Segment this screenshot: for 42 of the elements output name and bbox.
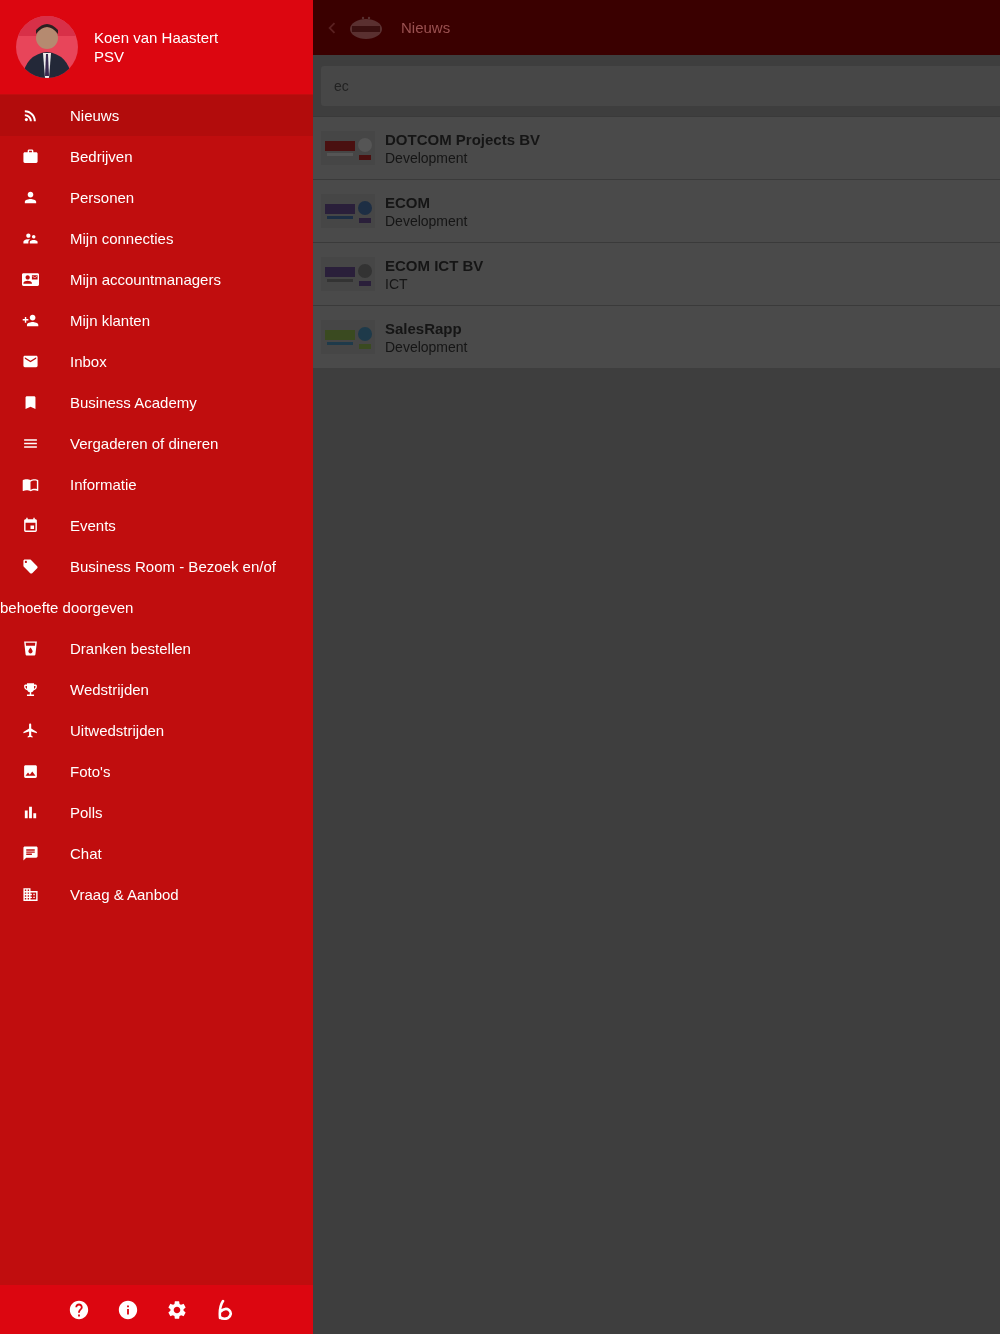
user-club: PSV (94, 47, 125, 66)
settings-icon[interactable] (166, 1298, 188, 1321)
chat-icon (22, 845, 39, 862)
menu-item[interactable]: Wedstrijden (0, 669, 313, 710)
menu-item[interactable]: Vergaderen of dineren (0, 423, 313, 464)
menu-item[interactable]: Mijn klanten (0, 300, 313, 341)
menu-item[interactable]: Dranken bestellen (0, 628, 313, 669)
building-icon (22, 886, 39, 903)
contact-card-icon (22, 271, 39, 288)
tag-icon (22, 558, 39, 575)
help-icon[interactable] (68, 1298, 90, 1321)
drink-icon (22, 640, 39, 657)
menu-item[interactable]: Polls (0, 792, 313, 833)
menu-item[interactable]: Bedrijven (0, 136, 313, 177)
menu-item[interactable]: Mijn connecties (0, 218, 313, 259)
menu-item[interactable]: Foto's (0, 751, 313, 792)
menu-item[interactable]: Personen (0, 177, 313, 218)
mail-icon (22, 353, 39, 370)
menu-item[interactable]: Inbox (0, 341, 313, 382)
calendar-icon (22, 517, 39, 534)
rss-icon (22, 107, 39, 124)
menu-item[interactable]: Informatie (0, 464, 313, 505)
menu-item[interactable]: Mijn accountmanagers (0, 259, 313, 300)
menu-item[interactable]: Vraag & Aanbod (0, 874, 313, 915)
crest-icon (349, 15, 383, 40)
menu-item[interactable]: Business Room - Bezoek en/of behoefte doorgeven (0, 546, 313, 628)
bar-chart-icon (22, 804, 39, 821)
page-title: Nieuws (401, 19, 451, 36)
airplane-icon (22, 722, 39, 739)
menu-item[interactable]: Business Academy (0, 382, 313, 423)
menu-item[interactable]: Uitwedstrijden (0, 710, 313, 751)
image-icon (22, 763, 39, 780)
person-add-icon (22, 312, 39, 329)
menu-item[interactable]: Chat (0, 833, 313, 874)
trophy-icon (22, 681, 39, 698)
info-icon[interactable] (117, 1298, 139, 1321)
menu-item[interactable]: Events (0, 505, 313, 546)
briefcase-icon (22, 148, 39, 165)
menu-item[interactable]: Nieuws (0, 95, 313, 136)
user-name: Koen van Haastert (94, 28, 219, 47)
person-icon (22, 189, 39, 206)
book-icon (22, 476, 39, 493)
